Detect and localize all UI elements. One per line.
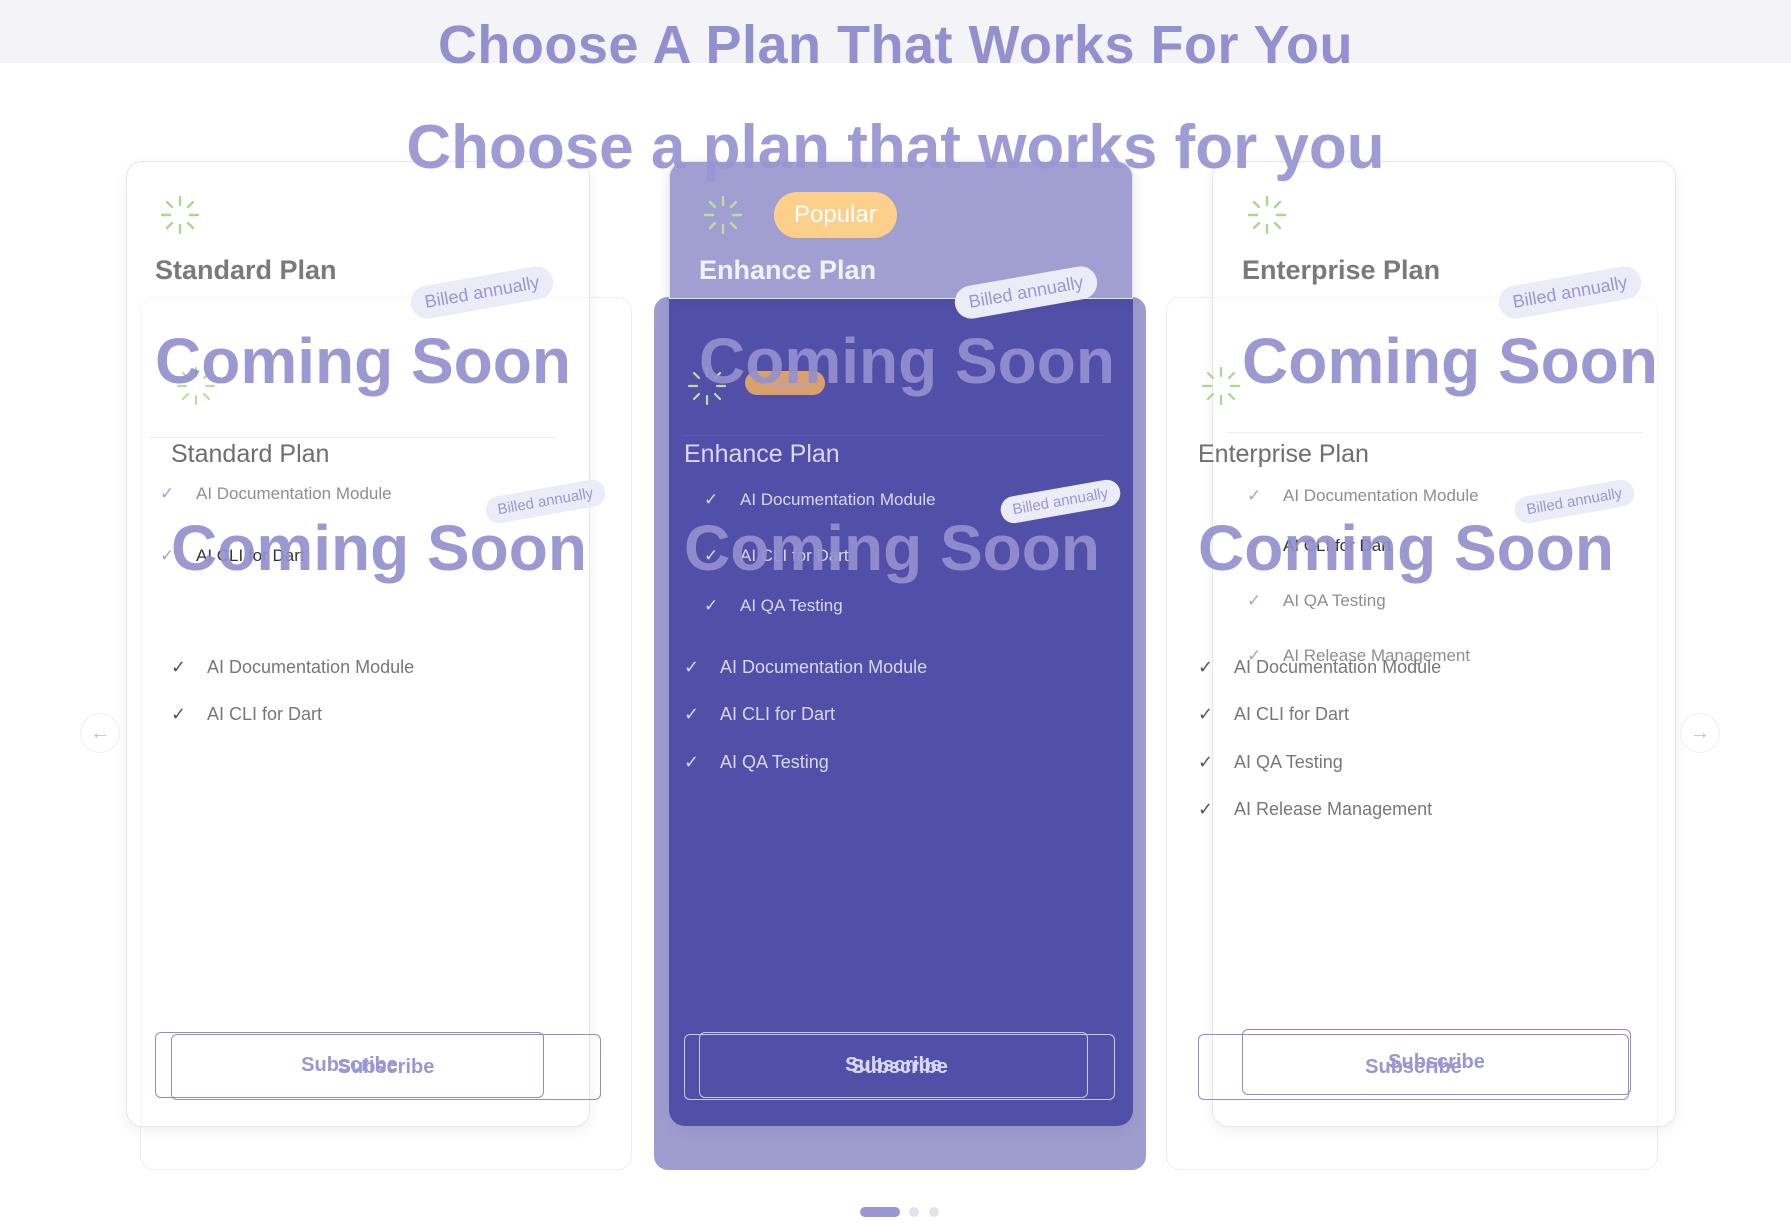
feature-item: ✓ AI CLI for Dart [1198, 704, 1350, 724]
sparkle-icon [1247, 195, 1287, 235]
feature-item: ✓ AI Documentation Module [684, 657, 928, 677]
pricing-page: Choose A Plan That Works For You Popular… [0, 0, 1791, 1227]
plan-name: Enterprise Plan [1242, 255, 1441, 285]
feature-item: ✓ AI Documentation Module [160, 484, 392, 503]
plan-name: Enhance Plan [699, 255, 877, 285]
carousel-dot[interactable] [860, 1207, 900, 1217]
check-icon: ✓ [704, 596, 719, 615]
sparkle-icon [1201, 366, 1241, 406]
arrow-left-icon[interactable]: ← [80, 713, 120, 753]
check-icon: ✓ [1198, 704, 1214, 724]
plan-name-secondary: Standard Plan [171, 440, 330, 468]
feature-item: ✓ AI CLI for Dart [171, 704, 323, 724]
popular-badge: Popular [774, 192, 897, 238]
check-icon: ✓ [171, 657, 187, 677]
check-icon: ✓ [171, 704, 187, 724]
divider [150, 437, 556, 438]
feature-item: ✓ AI CLI for Dart [684, 704, 836, 724]
check-icon: ✓ [704, 490, 719, 509]
page-title-top: Choose A Plan That Works For You [437, 15, 1354, 75]
check-icon: ✓ [1247, 486, 1262, 505]
feature-item: ✓ AI Release Management [1198, 799, 1433, 819]
plan-name: Standard Plan [155, 255, 337, 285]
feature-item: ✓ AI QA Testing [704, 596, 843, 615]
arrow-right-icon[interactable]: → [1680, 713, 1720, 753]
feature-item: ✓ AI Documentation Module [171, 657, 415, 677]
check-icon: ✓ [684, 657, 700, 677]
divider [1227, 432, 1643, 433]
check-icon: ✓ [684, 752, 700, 772]
feature-item: ✓ AI QA Testing [1198, 752, 1343, 772]
subscribe-button[interactable]: Subscribe [1198, 1034, 1629, 1100]
subscribe-button[interactable]: Subscribe [684, 1034, 1115, 1100]
coming-soon-label: Coming Soon [684, 512, 1100, 584]
sparkle-icon [160, 195, 200, 235]
coming-soon-label: Coming Soon [155, 325, 571, 397]
coming-soon-label: Coming Soon [171, 512, 587, 584]
feature-item: ✓ AI Documentation Module [1198, 657, 1442, 677]
coming-soon-label: Coming Soon [1198, 512, 1614, 584]
page-title: Choose a plan that works for you [406, 113, 1385, 182]
check-icon: ✓ [1198, 799, 1214, 819]
plan-card-enterprise [1212, 161, 1676, 1127]
check-icon: ✓ [684, 704, 700, 724]
plan-name-secondary: Enterprise Plan [1198, 440, 1369, 468]
check-icon: ✓ [160, 484, 175, 503]
plan-card-enhance [669, 161, 1133, 1126]
coming-soon-label: Coming Soon [1242, 325, 1658, 397]
sparkle-icon [703, 195, 743, 235]
feature-item: ✓ AI QA Testing [1247, 591, 1386, 610]
coming-soon-label: Coming Soon [699, 325, 1115, 397]
check-icon: ✓ [1247, 591, 1262, 610]
feature-item: ✓ AI Documentation Module [1247, 486, 1479, 505]
feature-item: ✓ AI QA Testing [684, 752, 829, 772]
plan-name-secondary: Enhance Plan [684, 440, 840, 468]
plan-card-standard [126, 161, 590, 1127]
check-icon: ✓ [1198, 752, 1214, 772]
check-icon: ✓ [1198, 657, 1214, 677]
divider [684, 435, 1104, 436]
carousel-dot[interactable] [929, 1207, 939, 1217]
carousel-dot[interactable] [909, 1207, 919, 1217]
feature-item: ✓ AI Documentation Module [704, 490, 936, 509]
subscribe-button[interactable]: Subscribe [171, 1034, 601, 1100]
